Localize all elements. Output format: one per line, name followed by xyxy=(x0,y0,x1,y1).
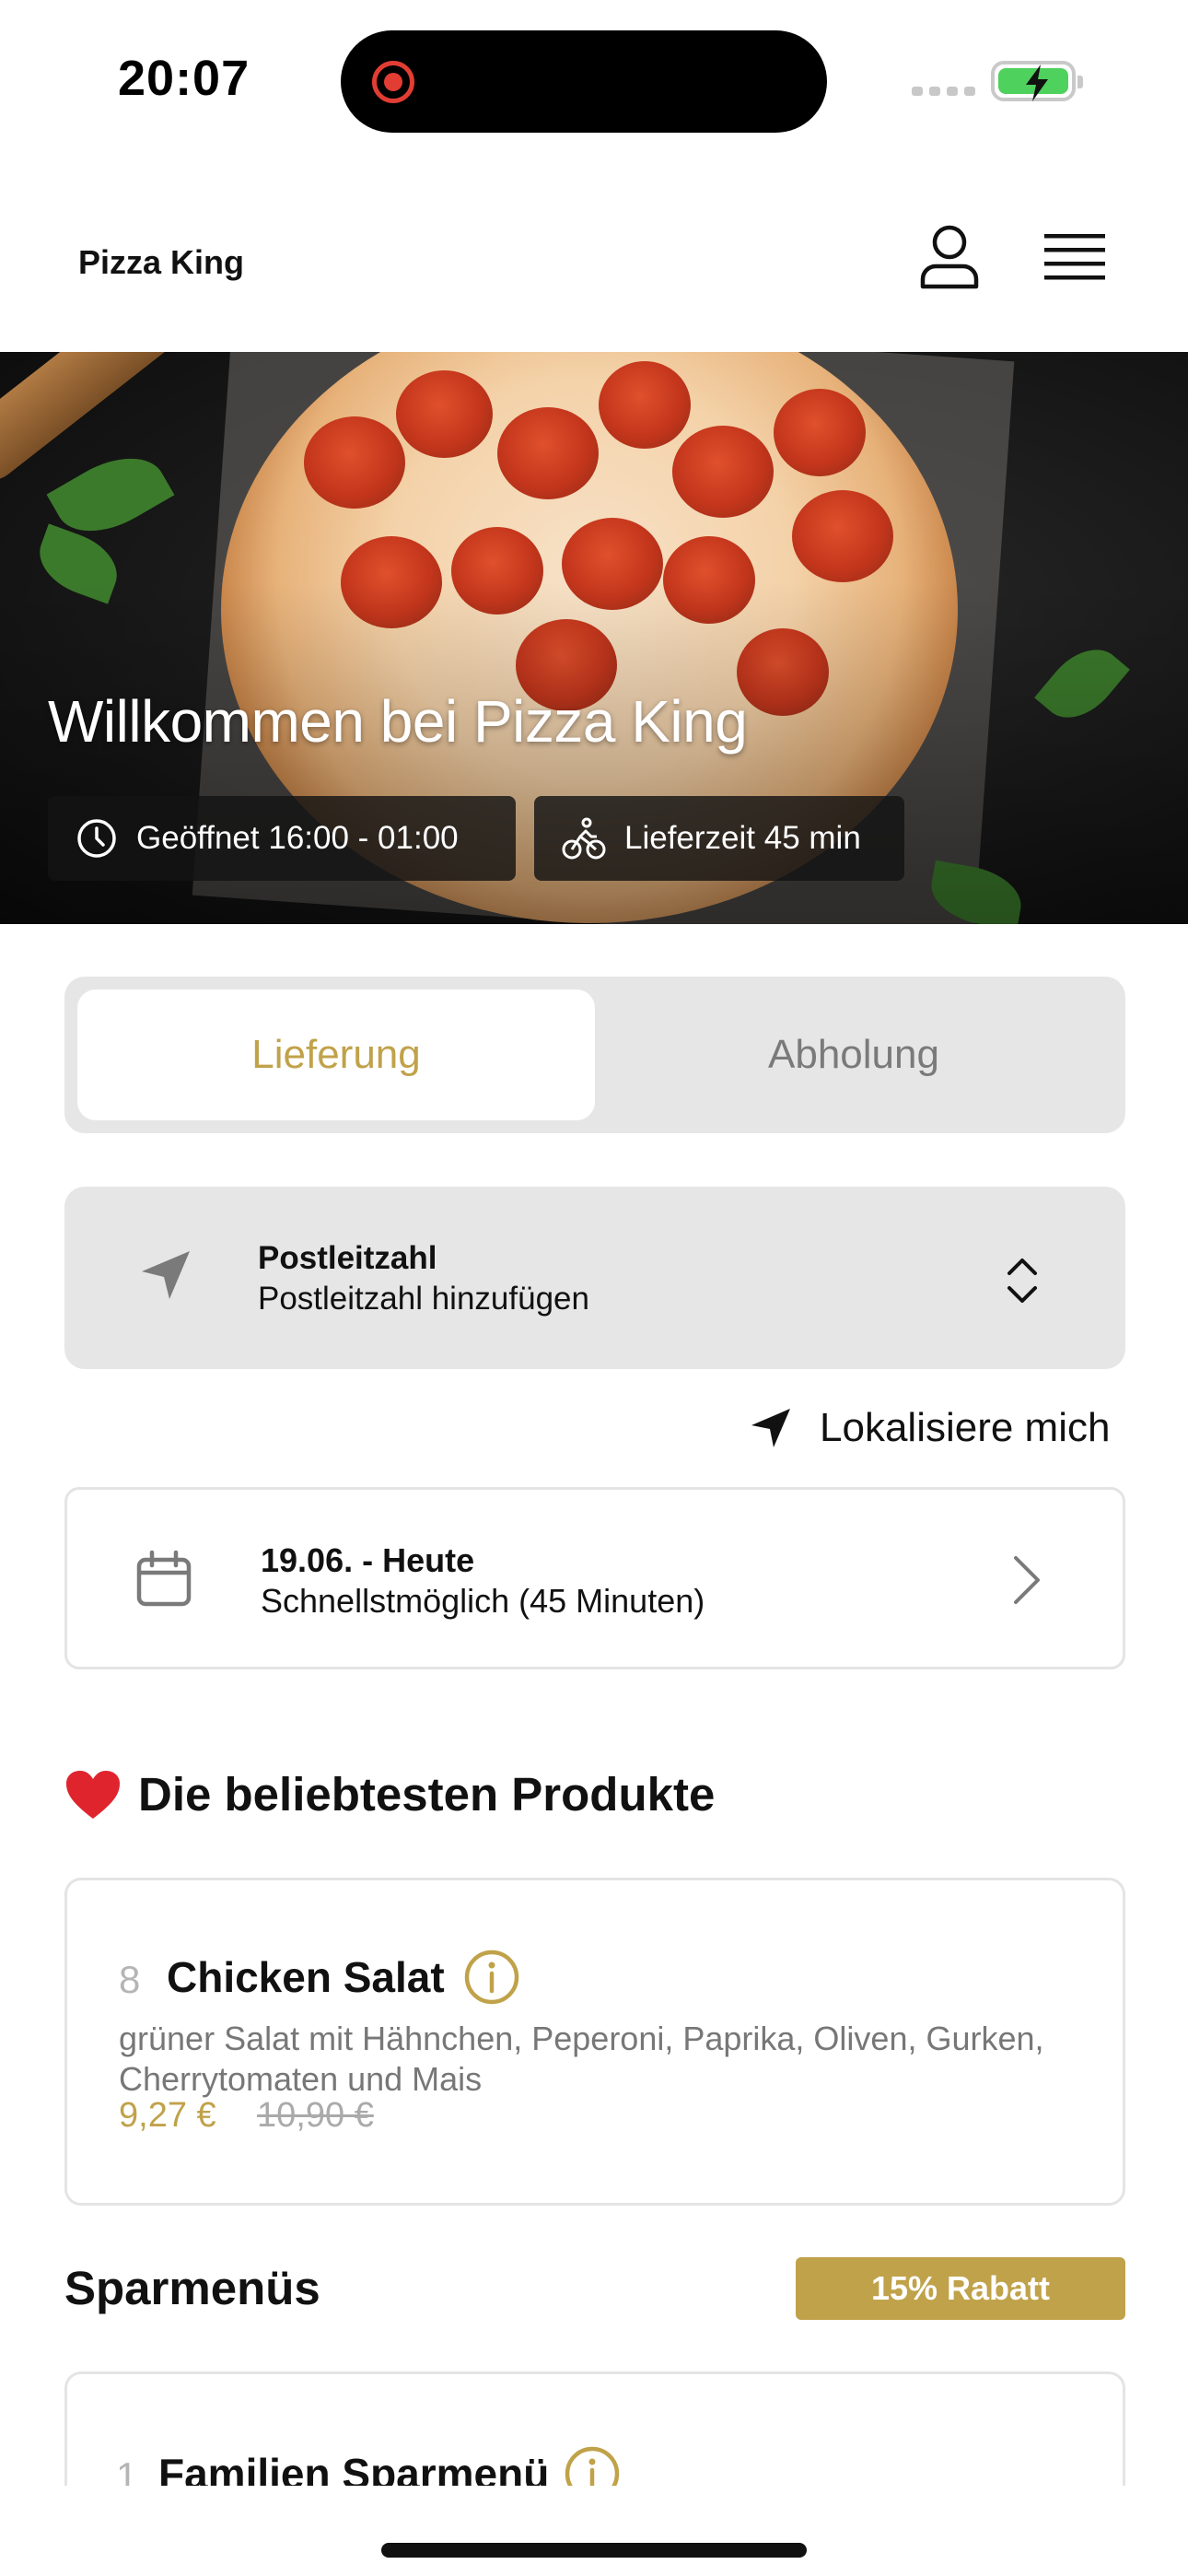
product-number: 8 xyxy=(119,1958,141,2001)
tab-pickup[interactable]: Abholung xyxy=(595,989,1112,1120)
delivery-date-subtitle: Schnellstmöglich (45 Minuten) xyxy=(261,1582,705,1620)
signal-icon xyxy=(912,87,975,96)
chevron-up-down-icon xyxy=(1007,1259,1037,1303)
heart-icon xyxy=(66,1770,120,1819)
product-name: Chicken Salat xyxy=(167,1953,445,2001)
hero-title: Willkommen bei Pizza King xyxy=(48,688,748,755)
status-time: 20:07 xyxy=(118,51,250,106)
savings-menus-heading: Sparmenüs xyxy=(64,2262,320,2314)
hamburger-menu-icon[interactable] xyxy=(1044,232,1105,284)
savings-menu-name: Familien Sparmenü xyxy=(158,2450,550,2486)
locate-me-button[interactable]: Lokalisiere mich xyxy=(750,1400,1110,1456)
chevron-right-icon xyxy=(1014,1556,1040,1604)
clock-icon xyxy=(77,819,116,858)
info-icon[interactable] xyxy=(564,2445,621,2486)
product-card[interactable]: 8 Chicken Salat grüner Salat mit Hähnche… xyxy=(64,1878,1125,2206)
app-header: Pizza King xyxy=(0,166,1188,352)
delivery-date-selector[interactable]: 19.06. - Heute Schnellstmöglich (45 Minu… xyxy=(64,1487,1125,1669)
recording-indicator-icon xyxy=(372,61,414,103)
tab-delivery[interactable]: Lieferung xyxy=(77,989,595,1120)
opening-hours-text: Geöffnet 16:00 - 01:00 xyxy=(136,820,459,856)
info-icon[interactable] xyxy=(463,1949,520,2006)
discount-badge: 15% Rabatt xyxy=(796,2257,1125,2320)
postal-code-placeholder: Postleitzahl hinzufügen xyxy=(258,1281,589,1317)
bicycle-courier-icon xyxy=(562,817,606,860)
brand-name[interactable]: Pizza King xyxy=(78,243,244,282)
product-description: grüner Salat mit Hähnchen, Peperoni, Pap… xyxy=(119,2020,1044,2098)
postal-code-selector[interactable]: Postleitzahl Postleitzahl hinzufügen xyxy=(64,1187,1125,1369)
dynamic-island xyxy=(341,30,827,133)
popular-products-title: Die beliebtesten Produkte xyxy=(138,1768,716,1821)
delivery-time-badge: Lieferzeit 45 min xyxy=(534,796,904,881)
savings-menu-number: 1 xyxy=(116,2454,138,2486)
popular-products-heading: Die beliebtesten Produkte xyxy=(64,1767,715,1821)
product-price: 9,27 € xyxy=(119,2096,216,2135)
user-account-icon[interactable] xyxy=(919,224,980,290)
location-arrow-icon xyxy=(751,1409,790,1447)
status-bar: 20:07 xyxy=(0,0,1188,166)
hero-banner: Willkommen bei Pizza King Geöffnet 16:00… xyxy=(0,352,1188,924)
delivery-date-title: 19.06. - Heute xyxy=(261,1541,475,1579)
home-indicator[interactable] xyxy=(381,2543,807,2558)
locate-me-label: Lokalisiere mich xyxy=(820,1405,1111,1450)
postal-code-label: Postleitzahl xyxy=(258,1240,437,1276)
calendar-icon xyxy=(136,1551,192,1607)
product-old-price: 10,90 € xyxy=(257,2096,374,2135)
location-arrow-icon xyxy=(142,1251,190,1299)
savings-menu-list: 1 Familien Sparmenü xyxy=(0,2371,1188,2486)
delivery-time-text: Lieferzeit 45 min xyxy=(624,820,861,856)
battery-charging-icon xyxy=(991,61,1083,101)
order-mode-toggle: Lieferung Abholung xyxy=(64,977,1125,1133)
opening-hours-badge: Geöffnet 16:00 - 01:00 xyxy=(48,796,516,881)
